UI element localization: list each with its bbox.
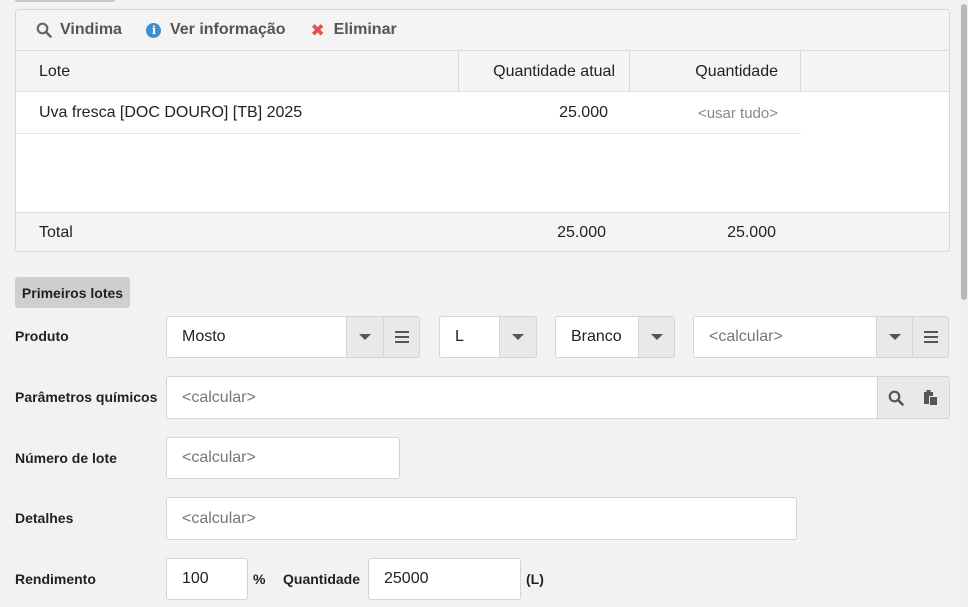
info-icon: i (146, 22, 162, 38)
unit-select[interactable]: L (439, 316, 537, 358)
lots-panel: Vindima i Ver informação ✖ Eliminar Lote… (15, 9, 950, 252)
extra-select[interactable]: <calcular> (693, 316, 949, 358)
column-header-quantidade[interactable]: Quantidade (630, 51, 801, 92)
color-value: Branco (571, 328, 622, 345)
grid-footer: Total 25.000 25.000 (16, 212, 949, 251)
top-tab-stub (15, 0, 115, 2)
chevron-down-icon (512, 334, 524, 340)
numero-lote-label: Número de lote (15, 450, 117, 466)
detalhes-label: Detalhes (15, 510, 74, 526)
produto-select[interactable]: Mosto (166, 316, 420, 358)
section-title: Primeiros lotes (15, 277, 130, 308)
rendimento-value: 100 (182, 570, 209, 587)
color-dropdown-button[interactable] (638, 317, 674, 357)
extra-placeholder: <calcular> (709, 328, 783, 345)
extra-list-button[interactable] (912, 317, 948, 357)
parametros-placeholder: <calcular> (182, 388, 256, 406)
extra-dropdown-button[interactable] (876, 317, 912, 357)
rendimento-input[interactable]: 100 (166, 558, 248, 600)
produto-value: Mosto (182, 328, 226, 345)
row-quantidade-input[interactable]: <usar tudo> (630, 92, 778, 134)
quantidade-value: 25000 (384, 570, 429, 587)
footer-total-quantidade-atual: 25.000 (557, 224, 606, 241)
parametros-label: Parâmetros químicos (15, 389, 158, 405)
search-icon (888, 390, 904, 406)
eliminar-button[interactable]: ✖ Eliminar (310, 20, 397, 40)
produto-label: Produto (15, 328, 69, 344)
unit-dropdown-button[interactable] (499, 317, 536, 357)
chevron-down-icon (650, 334, 663, 340)
column-header-quantidade-atual[interactable]: Quantidade atual (459, 51, 630, 92)
lots-toolbar: Vindima i Ver informação ✖ Eliminar (16, 10, 949, 51)
quantidade-label: Quantidade (283, 571, 361, 587)
close-icon: ✖ (310, 20, 325, 40)
numero-lote-input[interactable]: <calcular> (166, 437, 400, 479)
row-lote: Uva fresca [DOC DOURO] [TB] 2025 (39, 104, 303, 121)
rendimento-label: Rendimento (15, 571, 96, 587)
color-select[interactable]: Branco (555, 316, 675, 358)
footer-total-label: Total (39, 224, 73, 241)
unit-value: L (455, 328, 464, 345)
chevron-down-icon (359, 334, 371, 340)
parametros-search-button[interactable] (877, 377, 913, 418)
ver-informacao-button[interactable]: i Ver informação (146, 21, 286, 39)
detalhes-input[interactable]: <calcular> (166, 497, 797, 540)
produto-list-button[interactable] (383, 317, 419, 357)
scrollbar-thumb[interactable] (961, 4, 967, 300)
column-header-lote[interactable]: Lote (16, 51, 459, 92)
quantidade-input[interactable]: 25000 (368, 558, 521, 600)
list-icon (394, 331, 409, 343)
parametros-paste-button[interactable] (913, 377, 949, 418)
grid-header: Lote Quantidade atual Quantidade (16, 51, 949, 92)
quantidade-unit: (L) (526, 571, 544, 587)
list-icon (923, 331, 938, 343)
vindima-label: Vindima (60, 21, 122, 38)
ver-informacao-label: Ver informação (169, 21, 286, 38)
numero-lote-placeholder: <calcular> (182, 449, 256, 466)
parametros-input[interactable]: <calcular> (166, 376, 950, 419)
footer-total-quantidade: 25.000 (727, 224, 776, 241)
produto-dropdown-button[interactable] (346, 317, 383, 357)
eliminar-label: Eliminar (333, 21, 397, 38)
rendimento-unit: % (253, 571, 266, 587)
detalhes-placeholder: <calcular> (182, 509, 256, 527)
row-quantidade-atual: 25.000 (559, 104, 608, 121)
paste-icon (924, 389, 938, 406)
table-row[interactable]: Uva fresca [DOC DOURO] [TB] 2025 25.000 … (16, 92, 801, 134)
page-scrollbar[interactable] (960, 0, 968, 607)
vindima-button[interactable]: Vindima (36, 21, 122, 39)
search-icon (36, 22, 52, 38)
chevron-down-icon (888, 334, 901, 340)
